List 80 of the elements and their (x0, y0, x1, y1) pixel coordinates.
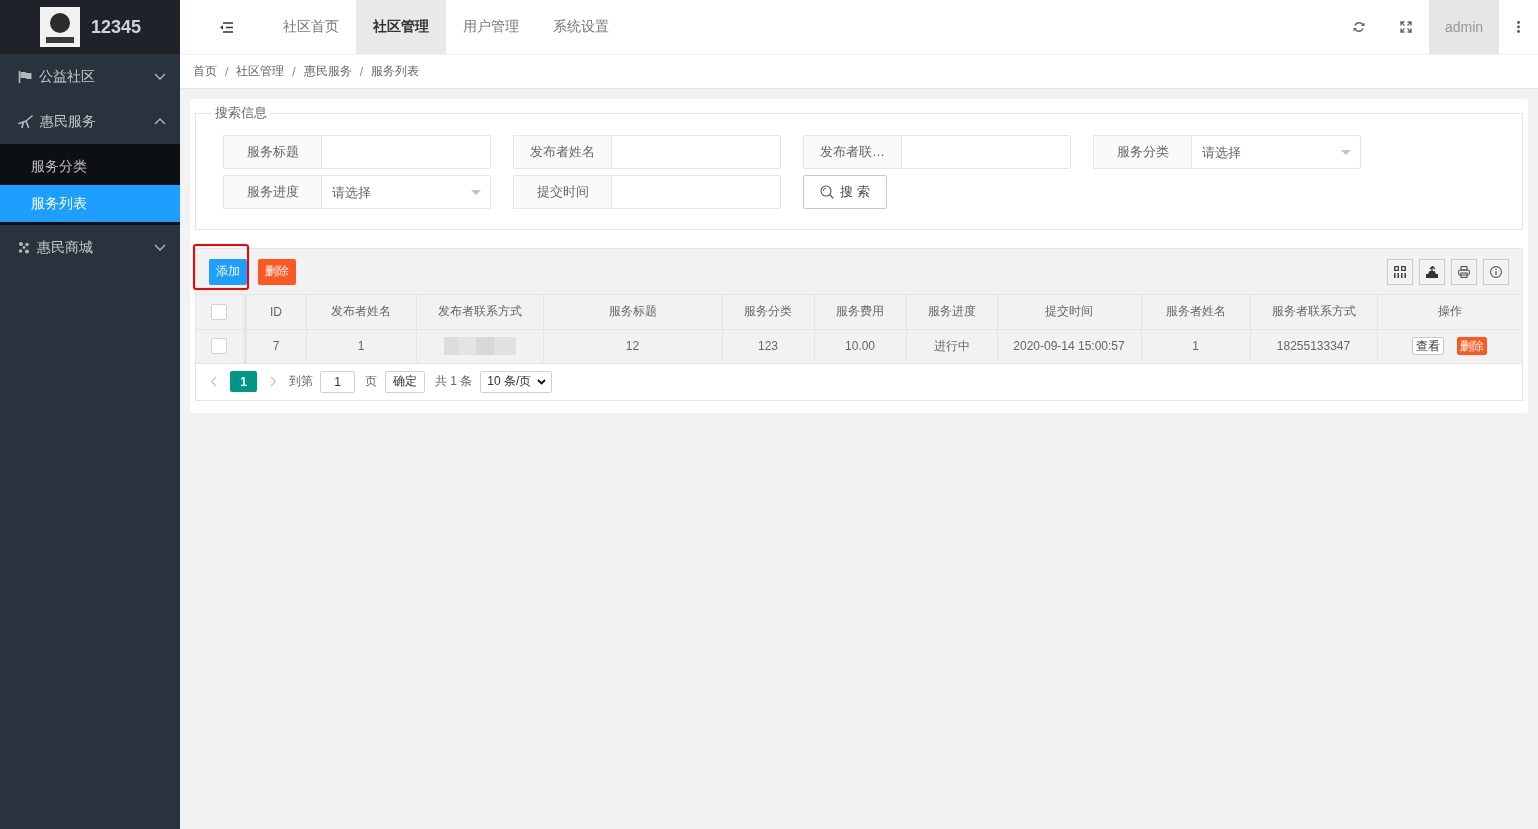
confirm-button[interactable]: 确定 (385, 370, 425, 393)
page-size-select[interactable]: 10 条/页 (480, 370, 553, 393)
caret-icon (1341, 150, 1351, 155)
table-cell: 7 (246, 329, 306, 363)
page-button[interactable]: 1 (230, 371, 257, 392)
refresh-icon[interactable] (1352, 21, 1365, 33)
breadcrumb-separator: / (225, 64, 229, 79)
search-button[interactable]: 搜 索 (803, 175, 887, 209)
column-header: 发布者联系方式 (416, 295, 543, 329)
field-label: 发布者联… (803, 135, 901, 169)
field-label: 服务标题 (223, 135, 321, 169)
export-icon (1426, 265, 1438, 278)
input-field[interactable] (901, 135, 1071, 169)
column-header: 发布者姓名 (306, 295, 416, 329)
logo-text: 12345 (91, 16, 142, 38)
breadcrumb-separator: / (292, 64, 296, 79)
nav-tab[interactable]: 社区首页 (266, 0, 356, 54)
table-cell: 进行中 (906, 329, 997, 363)
fieldset-legend: 搜索信息 (212, 104, 270, 122)
export-button[interactable] (1419, 258, 1445, 285)
print-button[interactable] (1451, 258, 1477, 285)
wand-icon (18, 115, 33, 128)
table-cell: 10.00 (814, 329, 906, 363)
checkbox[interactable] (210, 338, 227, 354)
submenu-item[interactable]: 服务分类 (0, 148, 180, 185)
columns-icon (1394, 265, 1406, 278)
column-header: 服务分类 (722, 295, 814, 329)
column-filter-button[interactable] (1387, 258, 1413, 285)
column-header: 操作 (1377, 295, 1522, 329)
input-field[interactable] (611, 135, 781, 169)
column-header: 服务标题 (543, 295, 722, 329)
breadcrumb-link[interactable]: 社区管理 (236, 63, 285, 80)
sidebar-menu-item[interactable]: 惠民商城 (0, 225, 180, 270)
column-header: 服务进度 (906, 295, 997, 329)
page-input[interactable]: 1 (320, 370, 355, 393)
chevron-down-icon (537, 378, 547, 385)
select-field[interactable]: 请选择 (1191, 135, 1361, 169)
column-header: 服务费用 (814, 295, 906, 329)
pager-label: 页 (365, 373, 377, 390)
column-header: 服务者姓名 (1141, 295, 1250, 329)
checkbox[interactable] (210, 303, 227, 320)
column-header: 服务者联系方式 (1250, 295, 1377, 329)
table-cell: 1 (1141, 329, 1250, 363)
menu-icon[interactable] (219, 21, 233, 33)
table-cell: 2020-09-14 15:00:57 (997, 329, 1141, 363)
nav-tab[interactable]: 用户管理 (446, 0, 536, 54)
flag-icon (18, 70, 32, 83)
more-icon[interactable] (1517, 21, 1520, 33)
fullscreen-icon[interactable] (1399, 21, 1412, 33)
sidebar-menu-item[interactable]: 惠民服务 (0, 99, 180, 144)
table-cell: 18255133347 (1250, 329, 1377, 363)
table-cell: 123 (722, 329, 814, 363)
field-label: 服务分类 (1093, 135, 1191, 169)
total-count: 共 1 条 (435, 373, 473, 390)
table-cell: 1 (306, 329, 416, 363)
column-header: ID (246, 295, 306, 329)
input-field[interactable] (611, 175, 781, 209)
input-field[interactable] (321, 135, 491, 169)
field-label: 发布者姓名 (513, 135, 611, 169)
info-button[interactable] (1483, 258, 1509, 285)
breadcrumb-link[interactable]: 首页 (193, 63, 217, 80)
sidebar-menu-item[interactable]: 公益社区 (0, 54, 180, 99)
view-button[interactable]: 查看 (1412, 337, 1445, 355)
flower-icon (18, 241, 30, 254)
breadcrumb-separator: / (359, 64, 364, 79)
nav-tab[interactable]: 社区管理 (356, 0, 446, 54)
search-icon (820, 185, 835, 199)
pager-label: 到第 (289, 373, 313, 390)
select-field[interactable]: 请选择 (321, 175, 491, 209)
print-icon (1458, 265, 1470, 278)
field-label: 服务进度 (223, 175, 321, 209)
breadcrumb-link[interactable]: 服务列表 (371, 63, 420, 80)
logo-image (40, 7, 80, 47)
info-icon (1490, 265, 1502, 278)
nav-tab[interactable]: 系统设置 (536, 0, 626, 54)
field-label: 提交时间 (513, 175, 611, 209)
column-header: 提交时间 (997, 295, 1141, 329)
breadcrumb-link[interactable]: 惠民服务 (303, 63, 352, 80)
table-cell: 12 (543, 329, 722, 363)
caret-icon (471, 190, 481, 195)
